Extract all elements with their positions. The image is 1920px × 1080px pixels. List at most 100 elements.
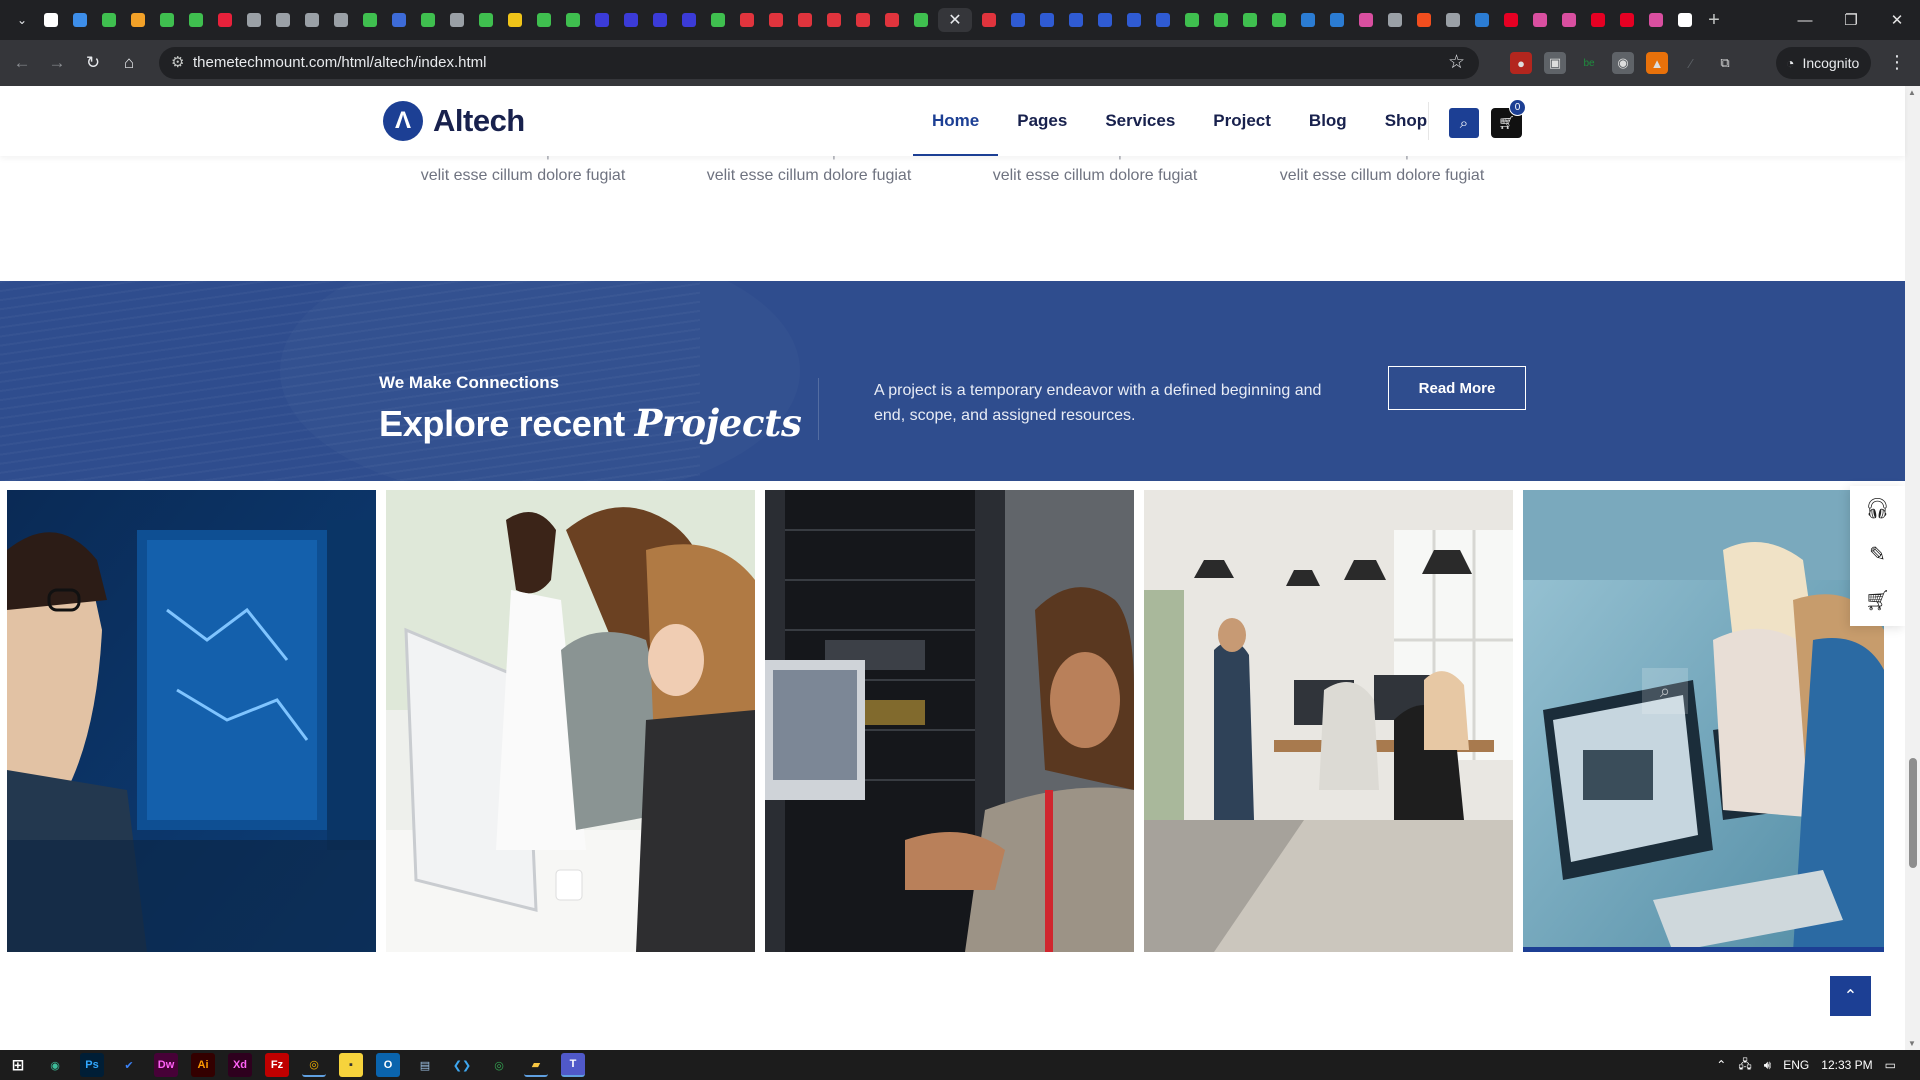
browser-tab-favicon-icon[interactable] bbox=[68, 8, 92, 32]
xd-icon[interactable]: Xd bbox=[228, 1053, 252, 1077]
browser-tab-favicon-icon[interactable] bbox=[1006, 8, 1030, 32]
nav-services[interactable]: Services bbox=[1086, 86, 1194, 156]
browser-tab-favicon-icon[interactable] bbox=[1325, 8, 1349, 32]
photoshop-icon[interactable]: Ps bbox=[80, 1053, 104, 1077]
browser-tab-favicon-icon[interactable] bbox=[387, 8, 411, 32]
browser-tab-favicon-icon[interactable] bbox=[764, 8, 788, 32]
incognito-badge[interactable]: ◔ Incognito bbox=[1776, 47, 1872, 79]
nav-blog[interactable]: Blog bbox=[1290, 86, 1366, 156]
new-tab-icon[interactable]: + bbox=[1702, 9, 1726, 32]
browser-tab-favicon-icon[interactable] bbox=[271, 8, 295, 32]
browser-tab-favicon-icon[interactable] bbox=[1441, 8, 1465, 32]
shop-cart-icon[interactable]: 🛒︎ bbox=[1850, 578, 1905, 624]
site-info-icon[interactable]: ⚙ bbox=[171, 53, 184, 71]
file-explorer-icon[interactable]: ▰ bbox=[524, 1053, 548, 1077]
address-bar[interactable]: ⚙ themetechmount.com/html/altech/index.h… bbox=[159, 47, 1479, 79]
illustrator-icon[interactable]: Ai bbox=[191, 1053, 215, 1077]
browser-tab-favicon-icon[interactable] bbox=[532, 8, 556, 32]
chrome-2-icon[interactable]: ◎ bbox=[487, 1053, 511, 1077]
extension-3-icon[interactable]: be bbox=[1578, 52, 1600, 74]
browser-tab-favicon-icon[interactable] bbox=[126, 8, 150, 32]
url-text[interactable]: themetechmount.com/html/altech/index.htm… bbox=[193, 54, 486, 71]
home-icon[interactable]: ⌂ bbox=[117, 51, 141, 75]
zoom-icon[interactable]: ⌕ bbox=[1642, 668, 1688, 714]
browser-tab-favicon-icon[interactable] bbox=[909, 8, 933, 32]
browser-tab-favicon-icon[interactable] bbox=[1557, 8, 1581, 32]
minimize-icon[interactable]: — bbox=[1782, 0, 1828, 40]
read-more-button[interactable]: Read More bbox=[1388, 366, 1526, 410]
teams-icon[interactable]: T bbox=[561, 1053, 585, 1077]
project-photo-1[interactable] bbox=[7, 490, 376, 952]
browser-tab-favicon-icon[interactable] bbox=[416, 8, 440, 32]
browser-tab-favicon-icon[interactable] bbox=[503, 8, 527, 32]
browser-tab-favicon-icon[interactable] bbox=[358, 8, 382, 32]
browser-tab-favicon-icon[interactable] bbox=[735, 8, 759, 32]
volume-icon[interactable]: 🔊︎ bbox=[1764, 1058, 1772, 1073]
bookmark-star-icon[interactable]: ☆ bbox=[1448, 51, 1465, 74]
browser-tab-favicon-icon[interactable] bbox=[242, 8, 266, 32]
page-scrollbar[interactable]: ▲ ▼ bbox=[1905, 86, 1920, 1050]
browser-tab-favicon-icon[interactable] bbox=[851, 8, 875, 32]
network-icon[interactable]: 🖧︎ bbox=[1738, 1055, 1751, 1076]
forward-icon[interactable]: → bbox=[45, 51, 69, 75]
browser-tab-favicon-icon[interactable] bbox=[300, 8, 324, 32]
browser-tab-favicon-icon[interactable] bbox=[648, 8, 672, 32]
browser-tab-favicon-icon[interactable] bbox=[155, 8, 179, 32]
browser-tab-favicon-icon[interactable] bbox=[561, 8, 585, 32]
scrollbar-thumb[interactable] bbox=[1909, 758, 1917, 868]
notifications-icon[interactable]: ▭ bbox=[1885, 1058, 1896, 1072]
browser-tab-favicon-icon[interactable] bbox=[1267, 8, 1291, 32]
language-indicator[interactable]: ENG bbox=[1783, 1058, 1809, 1072]
browser-tab-favicon-icon[interactable] bbox=[793, 8, 817, 32]
browser-tab-favicon-icon[interactable] bbox=[1209, 8, 1233, 32]
active-tab-close-icon[interactable]: ✕ bbox=[938, 8, 972, 32]
pencil-icon[interactable]: ✎ bbox=[1850, 532, 1905, 578]
close-window-icon[interactable]: ✕ bbox=[1874, 0, 1920, 40]
browser-tab-favicon-icon[interactable] bbox=[184, 8, 208, 32]
scroll-up-icon[interactable]: ▲ bbox=[1908, 88, 1916, 97]
browser-tab-favicon-icon[interactable] bbox=[445, 8, 469, 32]
browser-tab-favicon-icon[interactable] bbox=[977, 8, 1001, 32]
browser-tab-favicon-icon[interactable] bbox=[706, 8, 730, 32]
nav-shop[interactable]: Shop bbox=[1366, 86, 1447, 156]
browser-tab-favicon-icon[interactable] bbox=[1035, 8, 1059, 32]
browser-tab-favicon-icon[interactable] bbox=[1296, 8, 1320, 32]
scroll-down-icon[interactable]: ▼ bbox=[1908, 1039, 1916, 1048]
extension-4-icon[interactable]: ◉ bbox=[1612, 52, 1634, 74]
browser-tab-favicon-icon[interactable] bbox=[1528, 8, 1552, 32]
browser-tab-favicon-icon[interactable] bbox=[1064, 8, 1088, 32]
browser-tab-favicon-icon[interactable] bbox=[1412, 8, 1436, 32]
browser-tab-favicon-icon[interactable] bbox=[39, 8, 63, 32]
browser-tab-favicon-icon[interactable] bbox=[1644, 8, 1668, 32]
browser-tab-favicon-icon[interactable] bbox=[1093, 8, 1117, 32]
support-headphones-icon[interactable]: 🎧︎ bbox=[1850, 486, 1905, 532]
browser-tab-favicon-icon[interactable] bbox=[1238, 8, 1262, 32]
project-photo-2[interactable] bbox=[386, 490, 755, 952]
browser-tab-favicon-icon[interactable] bbox=[619, 8, 643, 32]
todo-check-icon[interactable]: ✔ bbox=[117, 1053, 141, 1077]
browser-tab-favicon-icon[interactable] bbox=[1180, 8, 1204, 32]
browser-tab-favicon-icon[interactable] bbox=[590, 8, 614, 32]
extension-6-icon[interactable]: ∕ bbox=[1680, 52, 1702, 74]
extension-1-icon[interactable]: ● bbox=[1510, 52, 1532, 74]
browser-tab-favicon-icon[interactable] bbox=[822, 8, 846, 32]
project-photo-4[interactable] bbox=[1144, 490, 1513, 952]
nav-project[interactable]: Project bbox=[1194, 86, 1290, 156]
reload-icon[interactable]: ↻ bbox=[81, 51, 105, 75]
browser-tab-favicon-icon[interactable] bbox=[880, 8, 904, 32]
tab-search-dropdown-icon[interactable]: ⌄ bbox=[10, 8, 34, 32]
project-photo-3[interactable] bbox=[765, 490, 1134, 952]
search-icon[interactable]: ⌕ bbox=[1449, 108, 1479, 138]
browser-tab-favicon-icon[interactable] bbox=[677, 8, 701, 32]
back-to-top-button[interactable]: ⌃ bbox=[1830, 976, 1871, 1016]
start-windows-icon[interactable]: ⊞ bbox=[6, 1053, 30, 1077]
filezilla-icon[interactable]: Fz bbox=[265, 1053, 289, 1077]
browser-tab-favicon-icon[interactable] bbox=[474, 8, 498, 32]
browser-tab-favicon-icon[interactable] bbox=[1383, 8, 1407, 32]
tray-chevron-icon[interactable]: ⌃ bbox=[1716, 1058, 1726, 1072]
vscode-icon[interactable]: ❮❯ bbox=[450, 1053, 474, 1077]
edge-icon[interactable]: ◉ bbox=[43, 1053, 67, 1077]
clock[interactable]: 12:33 PM bbox=[1821, 1058, 1872, 1072]
dreamweaver-icon[interactable]: Dw bbox=[154, 1053, 178, 1077]
browser-tab-favicon-icon[interactable] bbox=[1586, 8, 1610, 32]
